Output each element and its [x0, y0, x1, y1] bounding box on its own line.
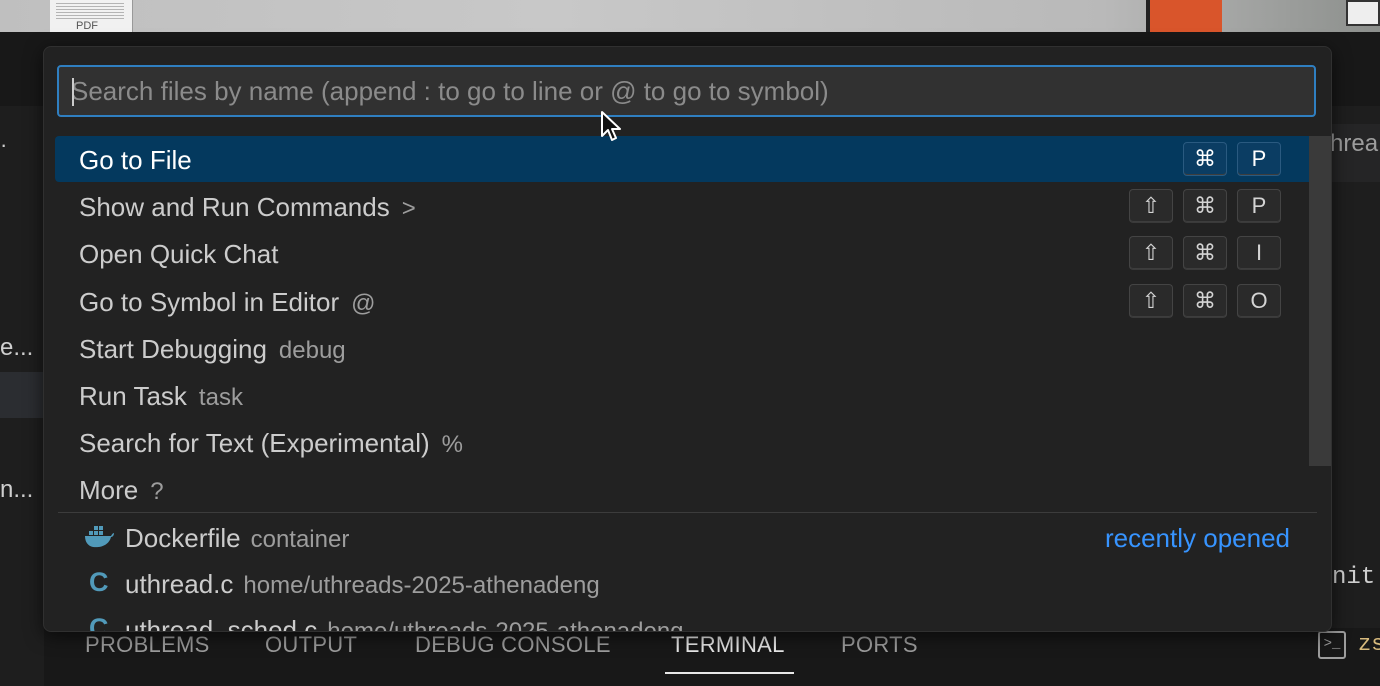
keybinding: ⇧ ⌘ O	[1129, 283, 1281, 318]
palette-item-text: Go to Symbol in Editor	[79, 286, 340, 317]
file-description: home/uthreads-2025-athenadeng	[243, 572, 600, 599]
code-text-fragment: nit	[1332, 564, 1376, 591]
keybinding: ⌘ P	[1183, 142, 1281, 176]
terminal-icon[interactable]: >_	[1318, 631, 1346, 659]
palette-item-go-to-symbol-in-editor[interactable]: Go to Symbol in Editor @ ⇧ ⌘ O	[55, 278, 1319, 324]
palette-item-label: Start Debugging debug	[79, 334, 346, 365]
sidebar-dot: ·	[0, 132, 8, 157]
tab-problems[interactable]: PROBLEMS	[85, 632, 210, 658]
palette-item-prefix: debug	[278, 336, 346, 364]
editor-tab-label-fragment: hrea	[1330, 130, 1379, 157]
section-divider	[58, 512, 1317, 513]
keycap: ⇧	[1129, 283, 1173, 318]
keybinding: ⇧ ⌘ P	[1129, 189, 1281, 224]
search-box[interactable]	[57, 65, 1316, 117]
palette-item-more[interactable]: More?	[55, 466, 1319, 512]
palette-item-text: More	[79, 475, 139, 506]
palette-item-label: More?	[79, 475, 164, 506]
recent-file-item[interactable]: Cuthread.c home/uthreads-2025-athenadeng	[55, 561, 1319, 607]
file-description: container	[250, 526, 350, 553]
palette-item-open-quick-chat[interactable]: Open Quick Chat ⇧ ⌘ I	[55, 230, 1319, 276]
keycap: ⌘	[1183, 236, 1227, 271]
palette-item-text: Go to File	[79, 145, 192, 175]
palette-item-label: Show and Run Commands >	[79, 192, 416, 223]
pdf-thumbnail-label: PDF	[76, 20, 98, 32]
file-name: uthread.c	[125, 569, 234, 599]
keycap: ⇧	[1129, 236, 1173, 271]
palette-item-prefix: >	[401, 195, 416, 223]
palette-item-show-and-run-commands[interactable]: Show and Run Commands > ⇧ ⌘ P	[55, 183, 1319, 229]
file-name-label: uthread.c home/uthreads-2025-athenadeng	[125, 569, 600, 600]
palette-item-text: Start Debugging	[79, 333, 267, 364]
active-tab-underline	[665, 672, 794, 674]
text-caret	[72, 78, 74, 106]
sidebar-text-fragment-2: n...	[0, 476, 34, 503]
keycap: ⌘	[1183, 283, 1227, 318]
palette-item-prefix: %	[441, 431, 464, 459]
sidebar-fragment	[0, 106, 44, 686]
palette-item-prefix: task	[198, 384, 243, 411]
keycap: ⌘	[1183, 189, 1227, 224]
palette-scrollbar[interactable]	[1309, 136, 1331, 466]
tab-ports[interactable]: PORTS	[841, 632, 918, 658]
palette-item-start-debugging[interactable]: Start Debugging debug	[55, 325, 1319, 371]
mouse-pointer-icon	[601, 111, 621, 141]
file-name: Dockerfile	[125, 523, 241, 553]
quick-open-palette: Go to File⌘PShow and Run Commands>⇧⌘POpe…	[43, 46, 1332, 632]
sidebar-selected-row	[0, 372, 44, 418]
palette-item-text: Run Task	[79, 381, 187, 411]
palette-item-prefix: ?	[150, 478, 164, 506]
recent-file-item[interactable]: Cuthread_sched.c home/uthreads-2025-athen…	[55, 607, 1319, 632]
file-description: home/uthreads-2025-athenadeng	[327, 618, 684, 632]
keycap: I	[1237, 236, 1281, 271]
palette-item-text: Search for Text (Experimental)	[79, 428, 430, 459]
palette-item-text: Open Quick Chat	[79, 239, 279, 270]
recent-file-item[interactable]: Dockerfile container recently opened	[55, 515, 1319, 561]
keycap: O	[1237, 283, 1281, 318]
palette-item-label: Run Task task	[79, 381, 243, 412]
pdf-thumbnail[interactable]: PDF	[50, 0, 133, 32]
desktop-app-tile[interactable]	[1146, 0, 1222, 32]
recently-opened-label: recently opened	[1104, 523, 1290, 553]
palette-item-label: Go to File	[79, 145, 192, 176]
keycap: ⌘	[1183, 142, 1227, 176]
c-file-icon: C	[89, 613, 109, 632]
palette-item-run-task[interactable]: Run Task task	[55, 372, 1319, 418]
c-file-icon: C	[89, 567, 109, 597]
tab-debug-console[interactable]: DEBUG CONSOLE	[415, 632, 611, 658]
keycap: P	[1237, 189, 1281, 224]
docker-icon	[85, 526, 114, 548]
desktop-photo-tile[interactable]	[1346, 0, 1380, 26]
file-name-label: Dockerfile container	[125, 523, 349, 554]
palette-item-prefix: @	[351, 289, 376, 317]
desktop-background-strip: PDF	[0, 0, 1380, 32]
sidebar-text-fragment-1: e...	[0, 334, 34, 361]
search-input[interactable]	[71, 67, 1301, 115]
palette-item-label: Search for Text (Experimental)%	[79, 428, 463, 459]
palette-item-go-to-file[interactable]: Go to File ⌘ P	[55, 136, 1319, 182]
palette-item-search-for-text-experimental[interactable]: Search for Text (Experimental)%	[55, 419, 1319, 465]
palette-item-label: Go to Symbol in Editor @	[79, 287, 376, 318]
file-name: uthread_sched.c	[125, 615, 318, 632]
palette-item-text: Show and Run Commands	[79, 192, 390, 223]
keybinding: ⇧ ⌘ I	[1129, 236, 1281, 271]
keycap: ⇧	[1129, 189, 1173, 224]
tab-terminal[interactable]: TERMINAL	[671, 632, 785, 658]
file-name-label: uthread_sched.c home/uthreads-2025-athena…	[125, 615, 684, 632]
tab-output[interactable]: OUTPUT	[265, 632, 357, 658]
terminal-shell-label[interactable]: zs	[1358, 632, 1380, 657]
keycap: P	[1237, 142, 1281, 176]
palette-item-label: Open Quick Chat	[79, 239, 278, 270]
